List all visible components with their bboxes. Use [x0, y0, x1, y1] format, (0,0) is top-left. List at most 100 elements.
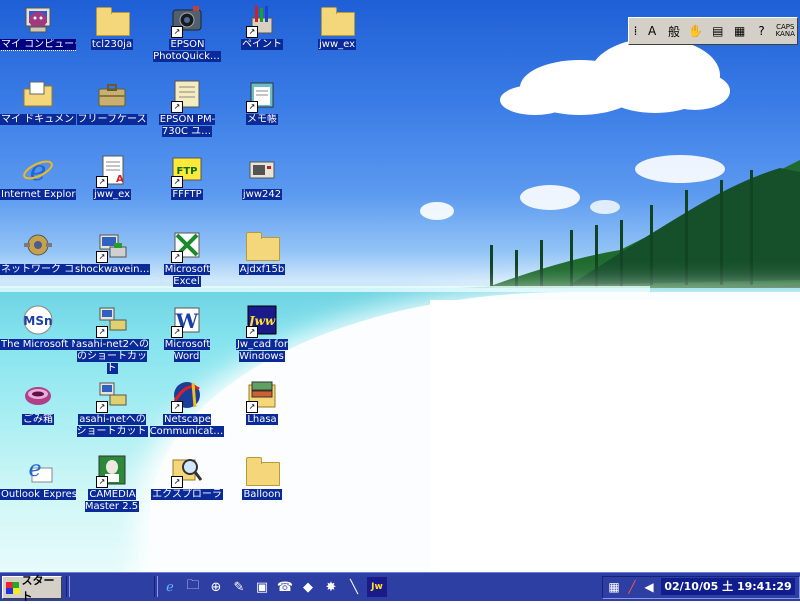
quick-launch-dialup-icon[interactable]: ☎: [275, 577, 295, 597]
desktop[interactable]: マイ コンピュータ マイ ドキュメント e Internet Explorer …: [0, 0, 800, 572]
desktop-icon-epson-pm730c[interactable]: ↗ EPSON PM-730C ユ…: [149, 77, 225, 149]
scheduler-tray-icon[interactable]: ▦: [606, 579, 622, 595]
quick-launch-word-icon[interactable]: ▣: [252, 577, 272, 597]
msn-icon: MSn: [23, 305, 53, 335]
desktop-icon-my-documents[interactable]: マイ ドキュメント: [0, 77, 76, 149]
system-tray: ▦ ╱ ◀ 02/10/05 土 19:41:29: [602, 576, 800, 599]
desktop-icon-asahi-net[interactable]: ↗ asahi-netへの ショートカット: [74, 377, 150, 449]
quick-launch-pen-icon[interactable]: ╲: [344, 577, 364, 597]
quick-launch-ffftp-icon[interactable]: ◆: [298, 577, 318, 597]
shortcut-arrow-icon: ↗: [171, 26, 183, 38]
recycle-bin-icon: [25, 387, 51, 405]
ime-conversion-mode-button[interactable]: 般: [664, 20, 684, 42]
desktop-icon-asahi-net2[interactable]: ↗ asahi-net2への のショートカット: [74, 302, 150, 374]
desktop-icon-jww-ex-doc[interactable]: A ↗ jww_ex: [74, 152, 150, 224]
properties-icon: ▦: [733, 24, 746, 38]
folder-icon: [246, 229, 280, 261]
ime-mode-label: A: [647, 24, 657, 38]
shortcut-arrow-icon: ↗: [96, 326, 108, 338]
desktop-icon-recycle-bin[interactable]: ごみ箱: [0, 377, 76, 449]
quick-launch-jwcad-icon[interactable]: Jw: [367, 577, 387, 597]
shortcut-arrow-icon: ↗: [171, 251, 183, 263]
shortcut-arrow-icon: ↗: [96, 401, 108, 413]
hand-icon: ✋: [688, 24, 704, 38]
ime-pad-button[interactable]: ✋: [686, 20, 706, 42]
svg-text:MSn: MSn: [23, 314, 52, 328]
desktop-icon-lhasa[interactable]: ↗ Lhasa: [224, 377, 300, 449]
shortcut-arrow-icon: ↗: [96, 476, 108, 488]
briefcase-icon: [98, 84, 126, 107]
taskbar: スタート ℯ 🗀 ⊕ ✎ ▣ ☎ ◆ ✸ ╲ Jw ▦ ╱ ◀ 02/10/05…: [0, 572, 800, 603]
folder-icon: [96, 4, 130, 36]
kana-label: KANA: [775, 30, 795, 38]
desktop-icon-word[interactable]: W ↗ Microsoft Word: [149, 302, 225, 374]
desktop-icon-tcl230ja[interactable]: tcl230ja: [74, 2, 150, 74]
shortcut-arrow-icon: ↗: [246, 326, 258, 338]
desktop-icon-outlook-express[interactable]: e Outlook Express: [0, 452, 76, 524]
quick-launch-paint-icon[interactable]: ✎: [229, 577, 249, 597]
windows-logo-icon: [6, 581, 20, 594]
desktop-icon-network-computer[interactable]: ネットワーク コンピュータ: [0, 227, 76, 299]
help-icon: ?: [758, 24, 765, 38]
network-computer-icon: [24, 234, 52, 256]
quick-launch-explorer-icon[interactable]: 🗀: [183, 577, 203, 597]
clock[interactable]: 02/10/05 土 19:41:29: [661, 578, 795, 595]
ime-input-mode-button[interactable]: A: [642, 20, 662, 42]
folder-icon: [246, 454, 280, 486]
internet-explorer-icon: e: [23, 154, 53, 186]
desktop-icon-ffftp[interactable]: FTP ↗ FFFTP: [149, 152, 225, 224]
desktop-icon-shockwave[interactable]: ↗ shockwavein…: [74, 227, 150, 299]
shortcut-arrow-icon: ↗: [171, 101, 183, 113]
desktop-icon-msn[interactable]: MSn The Microsoft Network の…: [0, 302, 76, 374]
desktop-icon-paint[interactable]: ↗ ペイント: [224, 2, 300, 74]
start-label: スタート: [21, 573, 55, 603]
palm-trees: [420, 160, 800, 300]
shortcut-arrow-icon: ↗: [171, 176, 183, 188]
quick-launch-bar: ℯ 🗀 ⊕ ✎ ▣ ☎ ◆ ✸ ╲ Jw: [160, 577, 390, 597]
quick-launch-internet-explorer-icon[interactable]: ℯ: [160, 577, 180, 597]
desktop-icon-balloon[interactable]: Balloon: [224, 452, 300, 524]
desktop-icon-excel[interactable]: ↗ Microsoft Excel: [149, 227, 225, 299]
desktop-icon-jww242[interactable]: jww242: [224, 152, 300, 224]
svg-text:e: e: [28, 457, 41, 482]
ime-toolbar[interactable]: ⁞ A 般 ✋ ▤ ▦ ? CAPS KANA: [628, 17, 798, 45]
ime-handle[interactable]: ⁞: [631, 20, 640, 42]
start-button[interactable]: スタート: [2, 574, 62, 603]
desktop-icon-internet-explorer[interactable]: e Internet Explorer: [0, 152, 76, 224]
shortcut-arrow-icon: ↗: [171, 476, 183, 488]
svg-text:A: A: [116, 174, 124, 185]
desktop-icon-ajdxf15b[interactable]: Ajdxf15b: [224, 227, 300, 299]
pen-tray-icon[interactable]: ╱: [624, 579, 640, 595]
desktop-icon-camedia[interactable]: ↗ CAMEDIA Master 2.5: [74, 452, 150, 524]
quick-launch-network-icon[interactable]: ⊕: [206, 577, 226, 597]
shortcut-arrow-icon: ↗: [246, 401, 258, 413]
my-documents-icon: [23, 81, 53, 107]
shortcut-arrow-icon: ↗: [96, 251, 108, 263]
ime-dictionary-button[interactable]: ▤: [708, 20, 728, 42]
quick-launch-star-icon[interactable]: ✸: [321, 577, 341, 597]
my-computer-icon: [25, 7, 51, 33]
desktop-icon-jww-ex-folder[interactable]: jww_ex: [299, 2, 375, 74]
ime-caps-kana-indicator: CAPS KANA: [774, 20, 797, 42]
shortcut-arrow-icon: ↗: [96, 176, 108, 188]
ime-conversion-label: 般: [667, 24, 680, 39]
shortcut-arrow-icon: ↗: [171, 401, 183, 413]
desktop-icon-my-computer[interactable]: マイ コンピュータ: [0, 2, 76, 74]
desktop-icon-notepad[interactable]: ↗ メモ帳: [224, 77, 300, 149]
outlook-express-icon: e: [28, 457, 53, 483]
desktop-icon-jwcad[interactable]: Jww ↗ Jw_cad for Windows: [224, 302, 300, 374]
shortcut-arrow-icon: ↗: [246, 26, 258, 38]
desktop-icon-explorer[interactable]: ↗ エクスプローラ: [149, 452, 225, 524]
svg-text:e: e: [30, 154, 47, 186]
shortcut-arrow-icon: ↗: [171, 326, 183, 338]
ime-properties-button[interactable]: ▦: [730, 20, 750, 42]
dictionary-icon: ▤: [712, 24, 724, 38]
shortcut-arrow-icon: ↗: [246, 101, 258, 113]
volume-icon[interactable]: ◀: [641, 579, 657, 595]
desktop-icon-epson-photoquicker[interactable]: ↗ EPSON PhotoQuick…: [149, 2, 225, 74]
desktop-icon-netscape[interactable]: ↗ Netscape Communicat…: [149, 377, 225, 449]
desktop-icon-briefcase[interactable]: フリーフケース: [74, 77, 150, 149]
ime-help-button[interactable]: ?: [752, 20, 772, 42]
archive-icon: [249, 161, 275, 179]
folder-icon: [321, 4, 355, 36]
